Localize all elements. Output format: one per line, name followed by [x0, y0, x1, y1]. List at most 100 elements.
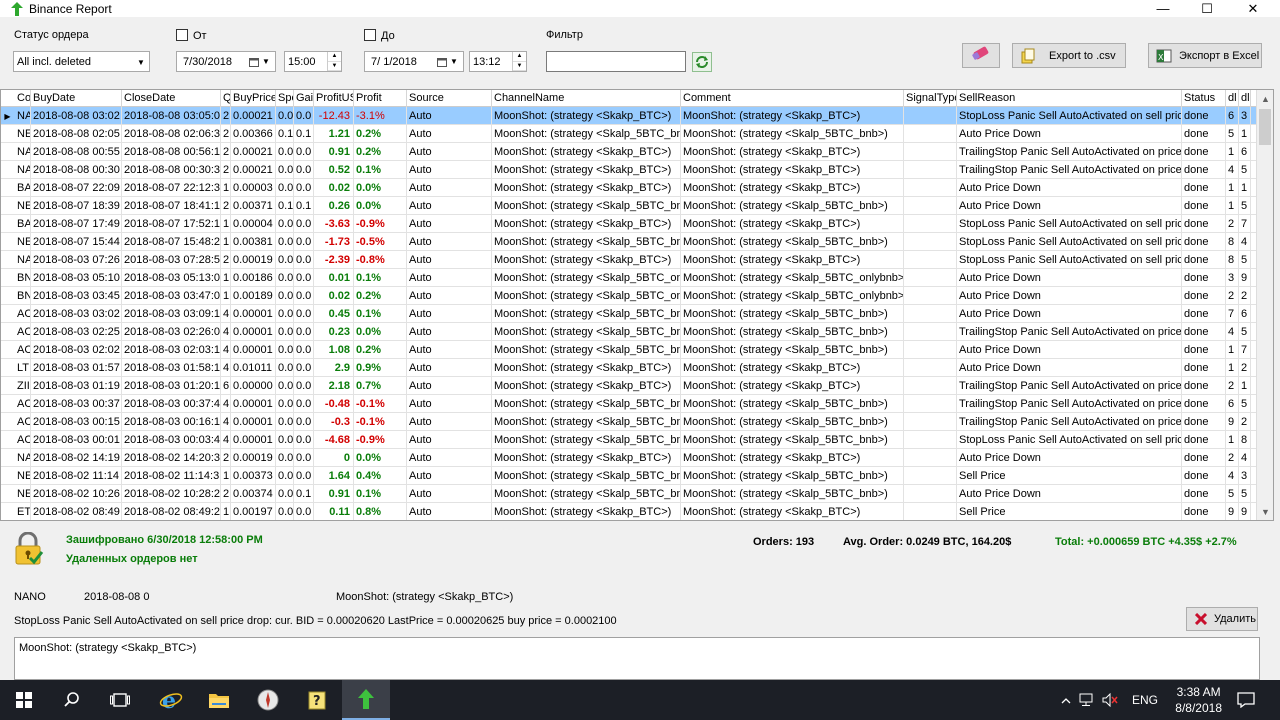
table-row[interactable]: NA 2018-08-02 14:19 2018-08-02 14:20:3 2 0.0…: [1, 449, 1261, 467]
table-cell: MoonShot: (strategy <Skalp_5BTC_bn: [492, 467, 681, 485]
table-row[interactable]: NA 2018-08-03 07:26 2018-08-03 07:28:5 2 0.0…: [1, 251, 1261, 269]
table-cell: TrailingStop Panic Sell AutoActivated on…: [957, 395, 1182, 413]
from-time-input[interactable]: 15:00 ▲ ▼: [284, 51, 342, 72]
network-icon[interactable]: [1074, 693, 1098, 707]
to-checkbox[interactable]: [364, 29, 376, 41]
table-row[interactable]: NA 2018-08-08 00:30 2018-08-08 00:30:3 2 0.0…: [1, 161, 1261, 179]
table-row[interactable]: NE 2018-08-07 18:39 2018-08-07 18:41:1 2 0.0…: [1, 197, 1261, 215]
notifications-icon[interactable]: [1222, 680, 1270, 720]
file-explorer-icon[interactable]: [195, 680, 243, 720]
column-header[interactable]: Q: [221, 90, 231, 107]
column-header[interactable]: Co: [15, 90, 31, 107]
spin-up-icon[interactable]: ▲: [328, 52, 341, 62]
table-cell: 0.01011: [231, 359, 276, 377]
spin-up-icon[interactable]: ▲: [513, 52, 526, 62]
to-time-input[interactable]: 13:12 ▲ ▼: [469, 51, 527, 72]
table-row[interactable]: LT 2018-08-03 01:57 2018-08-03 01:58:1 4 0.0…: [1, 359, 1261, 377]
scroll-up-icon[interactable]: ▲: [1257, 90, 1273, 107]
table-row[interactable]: NE 2018-08-02 10:26 2018-08-02 10:28:2 2 0.0…: [1, 485, 1261, 503]
close-button[interactable]: ✕: [1230, 0, 1276, 17]
search-icon[interactable]: [48, 680, 96, 720]
table-cell: 0.0: [276, 431, 294, 449]
table-row[interactable]: ▶ NA 2018-08-08 03:02 2018-08-08 03:05:0 2 0.…: [1, 107, 1261, 125]
column-header[interactable]: BuyDate: [31, 90, 122, 107]
table-row[interactable]: AC 2018-08-03 00:37 2018-08-03 00:37:4 4 0.0…: [1, 395, 1261, 413]
column-header[interactable]: Profit: [354, 90, 407, 107]
table-row[interactable]: NE 2018-08-07 15:44 2018-08-07 15:48:2 1 0.0…: [1, 233, 1261, 251]
table-row[interactable]: AC 2018-08-03 00:15 2018-08-03 00:16:1 4 0.0…: [1, 413, 1261, 431]
column-header[interactable]: dl: [1239, 90, 1251, 107]
table-row[interactable]: BA 2018-08-07 22:09 2018-08-07 22:12:3 1 0.0…: [1, 179, 1261, 197]
compass-app-icon[interactable]: [244, 680, 292, 720]
refresh-icon[interactable]: [692, 52, 712, 72]
table-row[interactable]: NE 2018-08-08 02:05 2018-08-08 02:06:3 2 0.0…: [1, 125, 1261, 143]
scroll-thumb[interactable]: [1259, 109, 1271, 145]
binance-report-taskbar-icon[interactable]: [342, 680, 390, 720]
internet-explorer-icon[interactable]: e: [147, 680, 195, 720]
table-cell: 5: [1239, 323, 1251, 341]
table-cell: 0.52: [314, 161, 354, 179]
column-header[interactable]: Status: [1182, 90, 1226, 107]
table-row[interactable]: BN 2018-08-03 05:10 2018-08-03 05:13:0 1 0.0…: [1, 269, 1261, 287]
maximize-button[interactable]: ☐: [1184, 0, 1230, 17]
table-row[interactable]: BA 2018-08-07 17:49 2018-08-07 17:52:1 1 0.0…: [1, 215, 1261, 233]
column-header[interactable]: Comment: [681, 90, 904, 107]
task-view-icon[interactable]: [96, 680, 144, 720]
to-time-spinner[interactable]: ▲ ▼: [512, 52, 526, 71]
from-checkbox[interactable]: [176, 29, 188, 41]
column-header[interactable]: Spe: [276, 90, 294, 107]
table-row[interactable]: NE 2018-08-02 11:14 2018-08-02 11:14:3 1 0.0…: [1, 467, 1261, 485]
column-header[interactable]: dl: [1226, 90, 1239, 107]
table-row[interactable]: ZII 2018-08-03 01:19 2018-08-03 01:20:1 6 0.…: [1, 377, 1261, 395]
table-cell: 0.00001: [231, 305, 276, 323]
table-row[interactable]: ET 2018-08-02 08:49 2018-08-02 08:49:2 1 0.0…: [1, 503, 1261, 520]
table-cell: 0.9%: [354, 359, 407, 377]
table-cell: 0.0%: [354, 179, 407, 197]
comment-memo[interactable]: MoonShot: (strategy <Skakp_BTC>): [14, 637, 1260, 680]
from-time-spinner[interactable]: ▲ ▼: [327, 52, 341, 71]
column-header[interactable]: Gai: [294, 90, 314, 107]
column-header[interactable]: SellReason: [957, 90, 1182, 107]
delete-button[interactable]: Удалить: [1186, 607, 1258, 631]
minimize-button[interactable]: —: [1140, 0, 1186, 17]
export-excel-button[interactable]: X Экспорт в Excel: [1148, 43, 1262, 68]
clock[interactable]: 3:38 AM 8/8/2018: [1175, 684, 1222, 716]
language-indicator[interactable]: ENG: [1132, 693, 1158, 707]
table-cell: 5: [1239, 251, 1251, 269]
column-header[interactable]: BuyPrice: [231, 90, 276, 107]
column-header[interactable]: CloseDate: [122, 90, 221, 107]
clear-filter-button[interactable]: [962, 43, 1000, 68]
table-cell: 1.08: [314, 341, 354, 359]
table-cell: Auto Price Down: [957, 449, 1182, 467]
spin-down-icon[interactable]: ▼: [513, 62, 526, 71]
table-cell: 0.00366: [231, 125, 276, 143]
table-row[interactable]: AC 2018-08-03 02:02 2018-08-03 02:03:1 4 0.0…: [1, 341, 1261, 359]
scroll-down-icon[interactable]: ▼: [1257, 503, 1273, 520]
column-header[interactable]: ProfitUS: [314, 90, 354, 107]
table-cell: 0.0: [294, 215, 314, 233]
table-row[interactable]: AC 2018-08-03 00:01 2018-08-03 00:03:4 4 0.0…: [1, 431, 1261, 449]
column-header[interactable]: SignalType: [904, 90, 957, 107]
help-tool-icon[interactable]: ?: [293, 680, 341, 720]
orders-grid[interactable]: CoBuyDateCloseDateQBuyPriceSpeGaiProfitU…: [0, 89, 1274, 521]
table-row[interactable]: AC 2018-08-03 03:02 2018-08-03 03:09:1 4 0.0…: [1, 305, 1261, 323]
table-row[interactable]: AC 2018-08-03 02:25 2018-08-03 02:26:0 4 0.0…: [1, 323, 1261, 341]
table-cell: 1: [221, 503, 231, 520]
windows-start-icon[interactable]: [0, 680, 48, 720]
chevron-up-icon[interactable]: [1058, 693, 1074, 707]
calendar-dropdown-icon[interactable]: ▼: [249, 55, 271, 68]
spin-down-icon[interactable]: ▼: [328, 62, 341, 71]
export-csv-button[interactable]: Export to .csv: [1012, 43, 1126, 68]
column-header[interactable]: ChannelName: [492, 90, 681, 107]
table-row[interactable]: BN 2018-08-03 03:45 2018-08-03 03:47:0 1 0.0…: [1, 287, 1261, 305]
table-row[interactable]: NA 2018-08-08 00:55 2018-08-08 00:56:1 2 0.0…: [1, 143, 1261, 161]
to-date-picker[interactable]: 7/ 1/2018 ▼: [364, 51, 464, 72]
order-status-select[interactable]: All incl. deleted ▼: [13, 51, 150, 72]
vertical-scrollbar[interactable]: ▲ ▼: [1256, 90, 1273, 520]
table-cell: Auto: [407, 125, 492, 143]
column-header[interactable]: Source: [407, 90, 492, 107]
volume-muted-icon[interactable]: [1098, 693, 1122, 707]
from-date-picker[interactable]: 7/30/2018 ▼: [176, 51, 276, 72]
filter-input[interactable]: [546, 51, 686, 72]
calendar-dropdown-icon[interactable]: ▼: [437, 55, 459, 68]
